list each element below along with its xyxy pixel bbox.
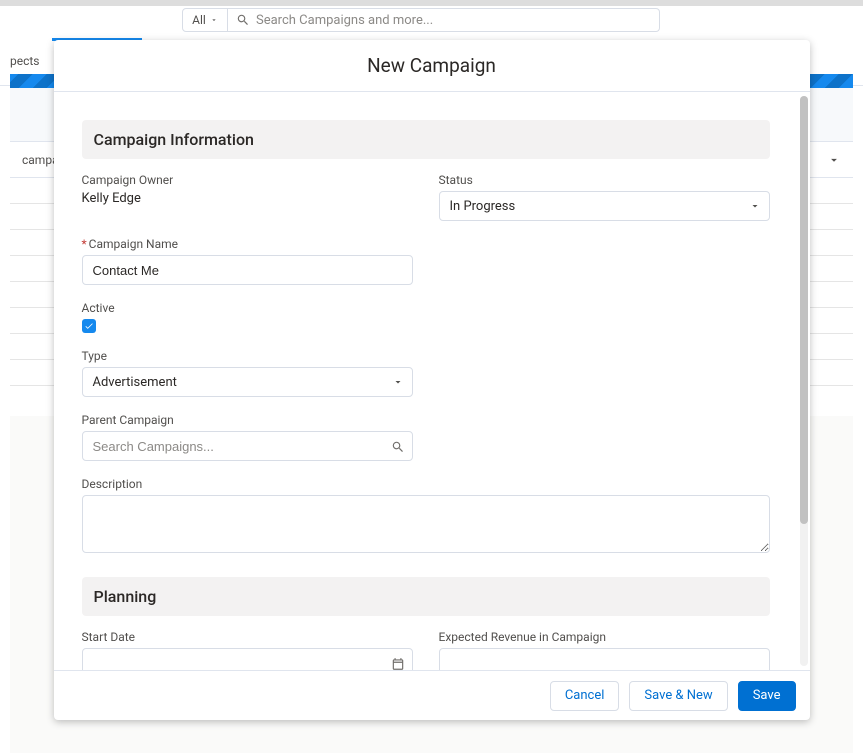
campaign-name-label: *Campaign Name: [82, 237, 413, 251]
expected-revenue-label: Expected Revenue in Campaign: [439, 630, 770, 644]
type-value: Advertisement: [93, 375, 177, 390]
section-campaign-information: Campaign Information: [82, 120, 770, 159]
active-checkbox[interactable]: [82, 319, 96, 333]
campaign-owner-value: Kelly Edge: [82, 191, 413, 206]
new-campaign-modal: New Campaign Campaign Information Campai…: [54, 40, 810, 720]
field-type: Type Advertisement: [82, 349, 413, 397]
field-start-date: Start Date: [82, 630, 413, 670]
modal-header: New Campaign: [54, 40, 810, 92]
status-select[interactable]: In Progress: [439, 191, 770, 221]
modal-backdrop: New Campaign Campaign Information Campai…: [0, 0, 863, 753]
description-label: Description: [82, 477, 770, 491]
modal-footer: Cancel Save & New Save: [54, 670, 810, 720]
save-button[interactable]: Save: [738, 681, 796, 711]
cancel-button[interactable]: Cancel: [550, 681, 620, 711]
type-label: Type: [82, 349, 413, 363]
start-date-label: Start Date: [82, 630, 413, 644]
field-description: Description: [82, 477, 770, 557]
status-value: In Progress: [450, 199, 516, 214]
modal-body: Campaign Information Campaign Owner Kell…: [54, 92, 798, 670]
calendar-icon[interactable]: [391, 656, 405, 670]
field-active: Active: [82, 301, 413, 333]
modal-title: New Campaign: [367, 54, 496, 77]
save-and-new-button[interactable]: Save & New: [629, 681, 727, 711]
parent-campaign-input[interactable]: [82, 431, 413, 461]
field-status: Status In Progress: [439, 173, 770, 221]
check-icon: [84, 321, 94, 331]
scrollbar-thumb[interactable]: [800, 96, 808, 524]
field-campaign-owner: Campaign Owner Kelly Edge: [82, 173, 413, 221]
modal-scrollbar[interactable]: [800, 96, 808, 666]
section-planning: Planning: [82, 577, 770, 616]
close-button[interactable]: [788, 12, 816, 40]
parent-campaign-label: Parent Campaign: [82, 413, 413, 427]
description-textarea[interactable]: [82, 495, 770, 553]
field-campaign-name: *Campaign Name: [82, 237, 413, 285]
active-label: Active: [82, 301, 413, 315]
field-expected-revenue: Expected Revenue in Campaign: [439, 630, 770, 670]
field-parent-campaign: Parent Campaign: [82, 413, 413, 461]
expected-revenue-input[interactable]: [439, 648, 770, 670]
type-select[interactable]: Advertisement: [82, 367, 413, 397]
campaign-owner-label: Campaign Owner: [82, 173, 413, 187]
chevron-down-icon: [392, 376, 404, 388]
campaign-name-input[interactable]: [82, 255, 413, 285]
search-icon: [391, 439, 405, 453]
chevron-down-icon: [749, 200, 761, 212]
close-icon: [788, 12, 810, 34]
status-label: Status: [439, 173, 770, 187]
start-date-input[interactable]: [82, 648, 413, 670]
